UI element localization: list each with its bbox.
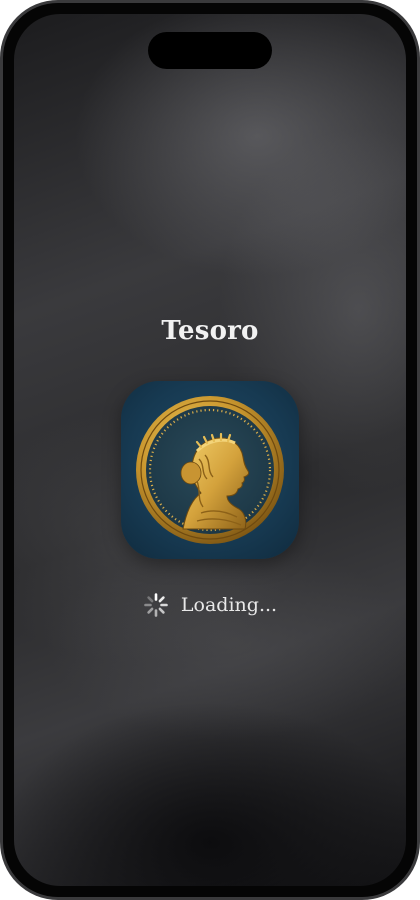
loading-label: Loading... [180,594,278,616]
app-icon [121,381,299,559]
loading-spinner-icon [144,593,168,617]
phone-frame: Tesoro Loading... [0,0,420,900]
loading-indicator: Loading... [14,592,406,618]
app-title: Tesoro [161,316,259,346]
splash-screen: Tesoro Loading... [14,14,406,886]
coin-portrait-icon [136,396,284,544]
phone-bezel: Tesoro Loading... [3,3,417,897]
dynamic-island [148,32,272,69]
